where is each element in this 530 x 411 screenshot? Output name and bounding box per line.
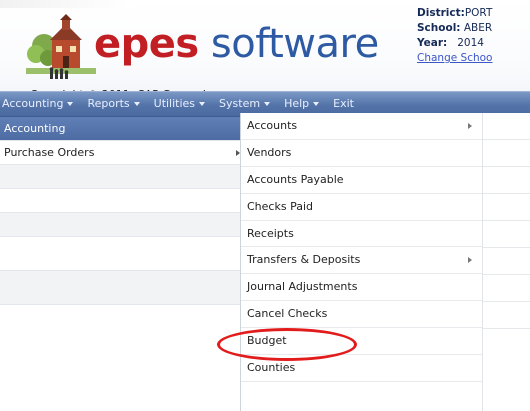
menu-utilities[interactable]: Utilities [147, 92, 212, 116]
left-menu-pane: Accounting Purchase Orders [0, 117, 240, 343]
left-item-purchase-orders-label: Purchase Orders [4, 146, 95, 159]
dropdown-item-label: Checks Paid [247, 199, 313, 213]
dropdown-item-journal-adjustments[interactable]: Journal Adjustments [241, 274, 482, 302]
change-school-link[interactable]: Change Schoo [417, 52, 492, 64]
menu-utilities-label: Utilities [153, 97, 196, 110]
chevron-right-icon [468, 123, 472, 129]
right-band [482, 194, 530, 221]
right-band [482, 113, 530, 140]
right-band [482, 302, 530, 329]
left-empty-row [0, 165, 240, 189]
menu-reports-label: Reports [87, 97, 130, 110]
brand-software: software [210, 21, 379, 67]
menu-accounting-label: Accounting [2, 97, 64, 110]
year-line: Year: 2014 [417, 36, 530, 51]
school-label: School: [417, 22, 461, 34]
right-band [482, 221, 530, 248]
menu-accounting[interactable]: Accounting [0, 92, 80, 116]
caret-down-icon [264, 102, 271, 106]
left-item-accounting-label: Accounting [4, 122, 66, 135]
right-band [482, 167, 530, 194]
session-info: District:PORT School: ABER Year: 2014 Ch… [417, 6, 530, 66]
left-empty-row [0, 189, 240, 213]
dropdown-item-label: Vendors [247, 145, 292, 159]
dropdown-item-accounts[interactable]: Accounts [241, 113, 482, 140]
year-label: Year: [417, 37, 448, 49]
dropdown-item-counties[interactable]: Counties [241, 355, 482, 382]
caret-down-icon [313, 102, 320, 106]
left-empty-row [0, 213, 240, 237]
right-band [482, 275, 530, 302]
right-content-pane [481, 113, 530, 345]
brand-epes: epes [94, 21, 199, 67]
left-item-purchase-orders[interactable]: Purchase Orders [0, 141, 240, 165]
brand-logo: epes software [94, 24, 379, 64]
dropdown-item-label: Budget [247, 334, 287, 348]
dropdown-item-receipts[interactable]: Receipts [241, 221, 482, 248]
right-band [482, 140, 530, 167]
change-school-line: Change Schoo [417, 51, 530, 66]
school-line: School: ABER [417, 21, 530, 36]
left-empty-row [0, 237, 240, 271]
dropdown-item-label: Journal Adjustments [247, 280, 358, 294]
dropdown-item-label: Accounts Payable [247, 172, 344, 186]
district-label: District: [417, 7, 465, 19]
dropdown-item-vendors[interactable]: Vendors [241, 140, 482, 167]
school-house-logo-icon [26, 14, 96, 79]
school-value: ABER [463, 22, 493, 34]
caret-down-icon [133, 102, 140, 106]
dropdown-item-label: Counties [247, 361, 296, 375]
menu-reports[interactable]: Reports [80, 92, 146, 116]
header-strip [0, 0, 130, 8]
dropdown-item-checks-paid[interactable]: Checks Paid [241, 194, 482, 221]
dropdown-item-label: Cancel Checks [247, 307, 328, 321]
caret-down-icon [199, 102, 206, 106]
dropdown-item-label: Transfers & Deposits [247, 253, 361, 267]
left-item-accounting[interactable]: Accounting [0, 117, 240, 141]
dropdown-item-label: Accounts [247, 119, 298, 132]
dropdown-item-accounts-payable[interactable]: Accounts Payable [241, 167, 482, 194]
dropdown-item-label: Receipts [247, 226, 294, 240]
dropdown-item-transfers-deposits[interactable]: Transfers & Deposits [241, 247, 482, 275]
dropdown-item-cancel-checks[interactable]: Cancel Checks [241, 301, 482, 329]
district-line: District:PORT [417, 6, 530, 21]
caret-down-icon [67, 102, 74, 106]
dropdown-item-budget[interactable]: Budget [241, 328, 482, 356]
chevron-right-icon [468, 257, 472, 264]
district-value: PORT [464, 7, 493, 19]
right-band [482, 248, 530, 275]
year-value: 2014 [457, 37, 484, 49]
accounting-dropdown-menu: Accounts Vendors Accounts Payable Checks… [240, 113, 482, 411]
left-empty-row [0, 271, 240, 305]
